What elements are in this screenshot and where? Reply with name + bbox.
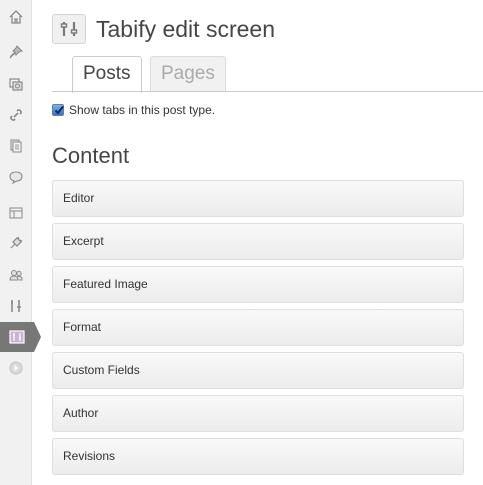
plugins-icon[interactable] [0,232,31,254]
item-featured-image[interactable]: Featured Image [52,266,464,303]
appearance-icon[interactable] [0,202,31,224]
tools-icon[interactable] [0,295,31,317]
item-custom-fields[interactable]: Custom Fields [52,352,464,389]
active-menu-arrow [34,322,41,352]
tabs-divider [52,91,483,92]
admin-sidebar [0,0,41,485]
link-icon[interactable] [0,104,31,126]
item-format[interactable]: Format [52,309,464,346]
content-section-title: Content [52,143,130,168]
show-tabs-option[interactable]: Show tabs in this post type. [52,103,215,117]
tab-posts[interactable]: Posts [72,56,142,93]
tabify-logo-icon [52,14,86,44]
pushpin-icon[interactable] [0,41,31,63]
media-icon[interactable] [0,73,31,95]
show-tabs-checkbox[interactable] [52,104,64,116]
content-items-list: Editor Excerpt Featured Image Format Cus… [52,180,464,481]
tab-pages[interactable]: Pages [150,56,226,92]
item-excerpt[interactable]: Excerpt [52,223,464,260]
home-icon[interactable] [0,6,31,28]
collapse-icon[interactable] [0,357,31,379]
pages-icon[interactable] [0,135,31,157]
item-author[interactable]: Author [52,395,464,432]
item-editor[interactable]: Editor [52,180,464,217]
page-title: Tabify edit screen [96,16,275,42]
item-revisions[interactable]: Revisions [52,438,464,475]
comments-icon[interactable] [0,166,31,188]
show-tabs-label: Show tabs in this post type. [69,103,216,117]
users-icon[interactable] [0,264,31,286]
main-content: Tabify edit screen Posts Pages Show tabs… [52,0,483,485]
settings-icon[interactable] [0,322,41,352]
